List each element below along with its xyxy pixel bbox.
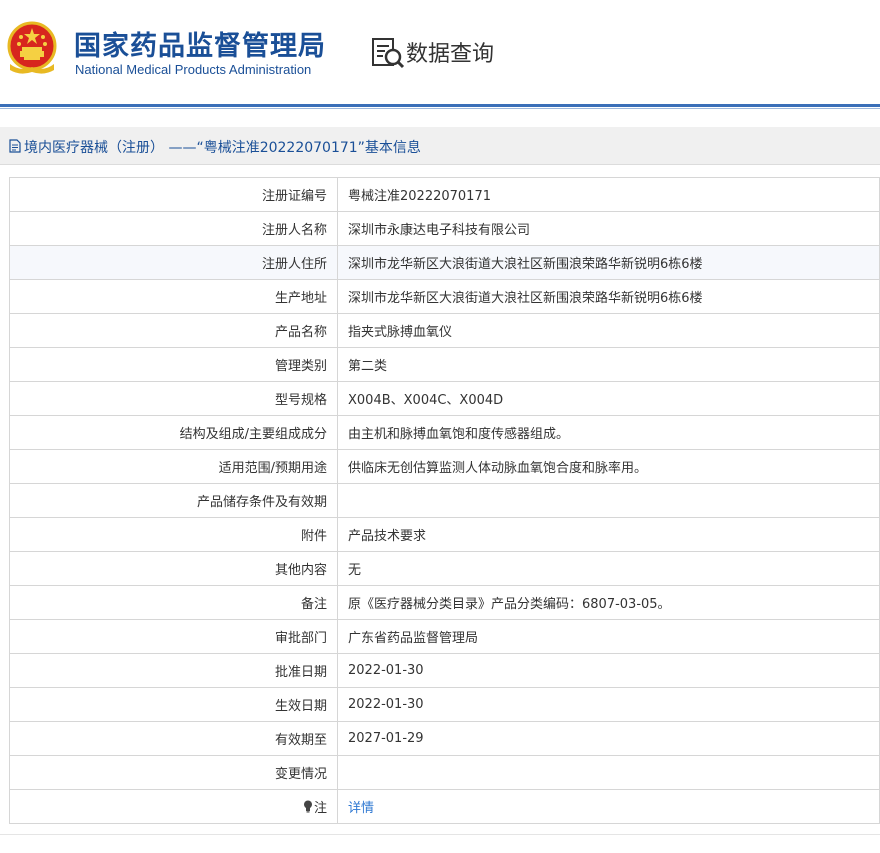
field-value: X004B、X004C、X004D (337, 381, 880, 416)
table-row: 管理类别 第二类 (9, 347, 880, 382)
table-row: 变更情况 (9, 755, 880, 790)
details-link[interactable]: 详情 (348, 801, 374, 816)
field-value: 第二类 (337, 347, 880, 382)
field-value: 2027-01-29 (337, 721, 880, 756)
table-row: 产品名称 指夹式脉搏血氧仪 (9, 313, 880, 348)
table-row: 生产地址 深圳市龙华新区大浪街道大浪社区新围浪荣路华新锐明6栋6楼 (9, 279, 880, 314)
field-label: 产品名称 (9, 313, 338, 348)
field-label: 注册证编号 (9, 177, 338, 212)
field-label: 备注 (9, 585, 338, 620)
field-label: 产品储存条件及有效期 (9, 483, 338, 518)
table-row: 注册人名称 深圳市永康达电子科技有限公司 (9, 211, 880, 246)
table-row: 附件 产品技术要求 (9, 517, 880, 552)
table-row: 注册证编号 粤械注准20222070171 (9, 177, 880, 212)
table-row: 结构及组成/主要组成成分 由主机和脉搏血氧饱和度传感器组成。 (9, 415, 880, 450)
field-label: 批准日期 (9, 653, 338, 688)
lightbulb-icon (303, 800, 312, 813)
field-value: 粤械注准20222070171 (337, 177, 880, 212)
note-label: 注 (313, 801, 327, 816)
national-emblem-icon (7, 21, 57, 74)
field-value: 原《医疗器械分类目录》产品分类编码：6807-03-05。 (337, 585, 880, 620)
note-label-cell: 注 (9, 789, 338, 824)
detail-table: 注册证编号 粤械注准20222070171 注册人名称 深圳市永康达电子科技有限公司注… (9, 177, 880, 824)
field-value: 深圳市龙华新区大浪街道大浪社区新围浪荣路华新锐明6栋6楼 (337, 279, 880, 314)
site-header: 国家药品监督管理局 National Medical Products Admi… (0, 0, 880, 104)
field-label: 变更情况 (9, 755, 338, 790)
header-divider (0, 104, 880, 107)
table-row: 注册人住所 深圳市龙华新区大浪街道大浪社区新围浪荣路华新锐明6栋6楼 (9, 245, 880, 280)
table-row: 审批部门 广东省药品监督管理局 (9, 619, 880, 654)
document-icon (9, 139, 21, 153)
field-value: 深圳市龙华新区大浪街道大浪社区新围浪荣路华新锐明6栋6楼 (337, 245, 880, 280)
field-value: 产品技术要求 (337, 517, 880, 552)
field-value: 指夹式脉搏血氧仪 (337, 313, 880, 348)
field-value: 供临床无创估算监测人体动脉血氧饱合度和脉率用。 (337, 449, 880, 484)
table-row-note: 注 详情 (9, 789, 880, 824)
document-search-icon[interactable] (371, 37, 407, 69)
site-title-cn: 国家药品监督管理局 (74, 31, 326, 62)
table-row: 生效日期 2022-01-30 (9, 687, 880, 722)
field-label: 有效期至 (9, 721, 338, 756)
field-value: 2022-01-30 (337, 687, 880, 722)
field-label: 其他内容 (9, 551, 338, 586)
field-label: 生效日期 (9, 687, 338, 722)
table-row: 适用范围/预期用途 供临床无创估算监测人体动脉血氧饱合度和脉率用。 (9, 449, 880, 484)
field-value: 由主机和脉搏血氧饱和度传感器组成。 (337, 415, 880, 450)
record-title-bar: 境内医疗器械（注册） ——“粤械注准20222070171”基本信息 (0, 127, 880, 165)
table-row: 备注 原《医疗器械分类目录》产品分类编码：6807-03-05。 (9, 585, 880, 620)
field-label: 注册人名称 (9, 211, 338, 246)
field-label: 型号规格 (9, 381, 338, 416)
note-value-cell: 详情 (337, 789, 880, 824)
table-row: 有效期至 2027-01-29 (9, 721, 880, 756)
field-label: 生产地址 (9, 279, 338, 314)
field-value (337, 755, 880, 790)
table-row: 型号规格 X004B、X004C、X004D (9, 381, 880, 416)
table-row: 产品储存条件及有效期 (9, 483, 880, 518)
bottom-divider (0, 834, 880, 835)
record-title: 境内医疗器械（注册） ——“粤械注准20222070171”基本信息 (24, 140, 421, 156)
field-value: 无 (337, 551, 880, 586)
field-label: 结构及组成/主要组成成分 (9, 415, 338, 450)
field-value (337, 483, 880, 518)
header-divider-thin (0, 108, 880, 109)
table-row: 批准日期 2022-01-30 (9, 653, 880, 688)
field-value: 广东省药品监督管理局 (337, 619, 880, 654)
site-title-en: National Medical Products Administration (75, 62, 312, 77)
data-query-link[interactable]: 数据查询 (406, 36, 494, 68)
field-label: 注册人住所 (9, 245, 338, 280)
field-label: 管理类别 (9, 347, 338, 382)
field-label: 附件 (9, 517, 338, 552)
field-value: 深圳市永康达电子科技有限公司 (337, 211, 880, 246)
field-label: 适用范围/预期用途 (9, 449, 338, 484)
table-row: 其他内容无 (9, 551, 880, 586)
field-label: 审批部门 (9, 619, 338, 654)
field-value: 2022-01-30 (337, 653, 880, 688)
